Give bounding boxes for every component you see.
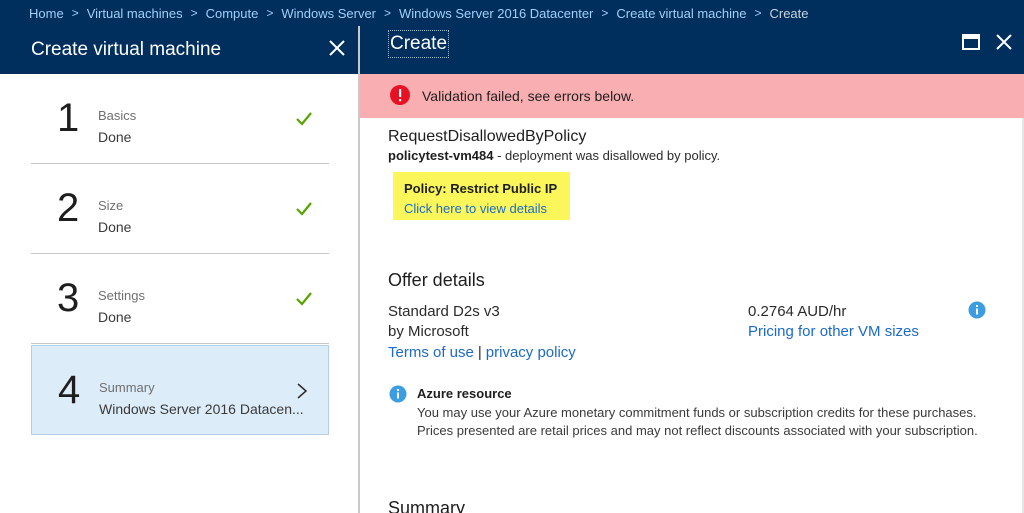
offer-publisher: by Microsoft [388, 323, 469, 340]
offer-name: Standard D2s v3 [388, 303, 500, 320]
step-number: 1 [57, 96, 80, 140]
offer-details-heading: Offer details [388, 270, 485, 290]
azure-resource-text: You may use your Azure monetary commitme… [417, 405, 978, 438]
link-separator: | [477, 344, 482, 361]
error-detail: policytest-vm484 - deployment was disall… [388, 148, 720, 163]
maximize-icon[interactable] [962, 34, 980, 50]
error-icon [390, 85, 410, 105]
step-summary[interactable]: 4 Summary Windows Server 2016 Datacen... [31, 345, 329, 435]
left-blade-title: Create virtual machine [31, 39, 222, 60]
close-icon[interactable] [995, 33, 1013, 51]
create-summary-content: RequestDisallowedByPolicy policytest-vm4… [388, 118, 1008, 513]
step-title: Summary [99, 380, 155, 395]
right-blade-header: Create [360, 26, 1024, 74]
error-resource-name: policytest-vm484 [388, 148, 494, 163]
step-number: 2 [57, 186, 80, 230]
close-icon[interactable] [328, 39, 346, 57]
validation-error-banner: Validation failed, see errors below. [360, 74, 1024, 118]
step-size[interactable]: 2 Size Done [31, 164, 329, 254]
breadcrumb-home[interactable]: Home [29, 6, 64, 21]
chevron-right-icon [297, 383, 308, 399]
step-number: 4 [58, 368, 81, 412]
error-code: RequestDisallowedByPolicy [388, 128, 587, 145]
error-banner-text: Validation failed, see errors below. [422, 88, 635, 104]
terms-of-use-link[interactable]: Terms of use [388, 344, 474, 361]
breadcrumb-separator-icon: > [601, 6, 609, 20]
breadcrumb-separator-icon: > [384, 6, 392, 20]
privacy-policy-link[interactable]: privacy policy [486, 344, 576, 361]
offer-price: 0.2764 AUD/hr [748, 303, 847, 320]
breadcrumb-separator-icon: > [754, 6, 762, 20]
left-blade-header: Create virtual machine [0, 26, 358, 74]
step-title: Settings [98, 288, 145, 303]
policy-callout[interactable]: Policy: Restrict Public IP Click here to… [393, 172, 570, 220]
breadcrumb-compute[interactable]: Compute [206, 6, 259, 21]
breadcrumb-separator-icon: > [190, 6, 198, 20]
info-icon[interactable] [968, 301, 986, 319]
breadcrumb-separator-icon: > [266, 6, 274, 20]
checkmark-icon [296, 292, 312, 306]
breadcrumb-virtual-machines[interactable]: Virtual machines [87, 6, 183, 21]
offer-links: Terms of use | privacy policy [388, 344, 576, 361]
checkmark-icon [296, 202, 312, 216]
step-title: Basics [98, 108, 137, 123]
breadcrumb-separator-icon: > [71, 6, 79, 20]
step-number: 3 [57, 276, 80, 320]
policy-details-link[interactable]: Click here to view details [404, 201, 570, 216]
step-title: Size [98, 198, 124, 213]
azure-resource-title: Azure resource [417, 386, 512, 401]
step-settings[interactable]: 3 Settings Done [31, 254, 329, 344]
pricing-other-sizes-link[interactable]: Pricing for other VM sizes [748, 323, 919, 340]
checkmark-icon [296, 112, 312, 126]
breadcrumb-create-vm[interactable]: Create virtual machine [616, 6, 746, 21]
breadcrumb-windows-server-2016[interactable]: Windows Server 2016 Datacenter [399, 6, 593, 21]
step-status: Windows Server 2016 Datacen... [99, 401, 304, 417]
wizard-steps: 1 Basics Done 2 Size Done 3 Settings Don… [0, 74, 358, 513]
breadcrumb-windows-server[interactable]: Windows Server [281, 6, 376, 21]
policy-title: Policy: Restrict Public IP [404, 181, 558, 196]
step-status: Done [98, 129, 132, 145]
right-blade-title: Create [388, 30, 450, 58]
step-status: Done [98, 309, 132, 325]
step-status: Done [98, 219, 132, 235]
step-basics[interactable]: 1 Basics Done [31, 74, 329, 164]
summary-heading: Summary [388, 498, 466, 513]
info-icon [389, 385, 407, 403]
breadcrumb: Home > Virtual machines > Compute > Wind… [0, 0, 1024, 26]
breadcrumb-create: Create [769, 5, 809, 21]
error-detail-text: - deployment was disallowed by policy. [493, 148, 721, 163]
